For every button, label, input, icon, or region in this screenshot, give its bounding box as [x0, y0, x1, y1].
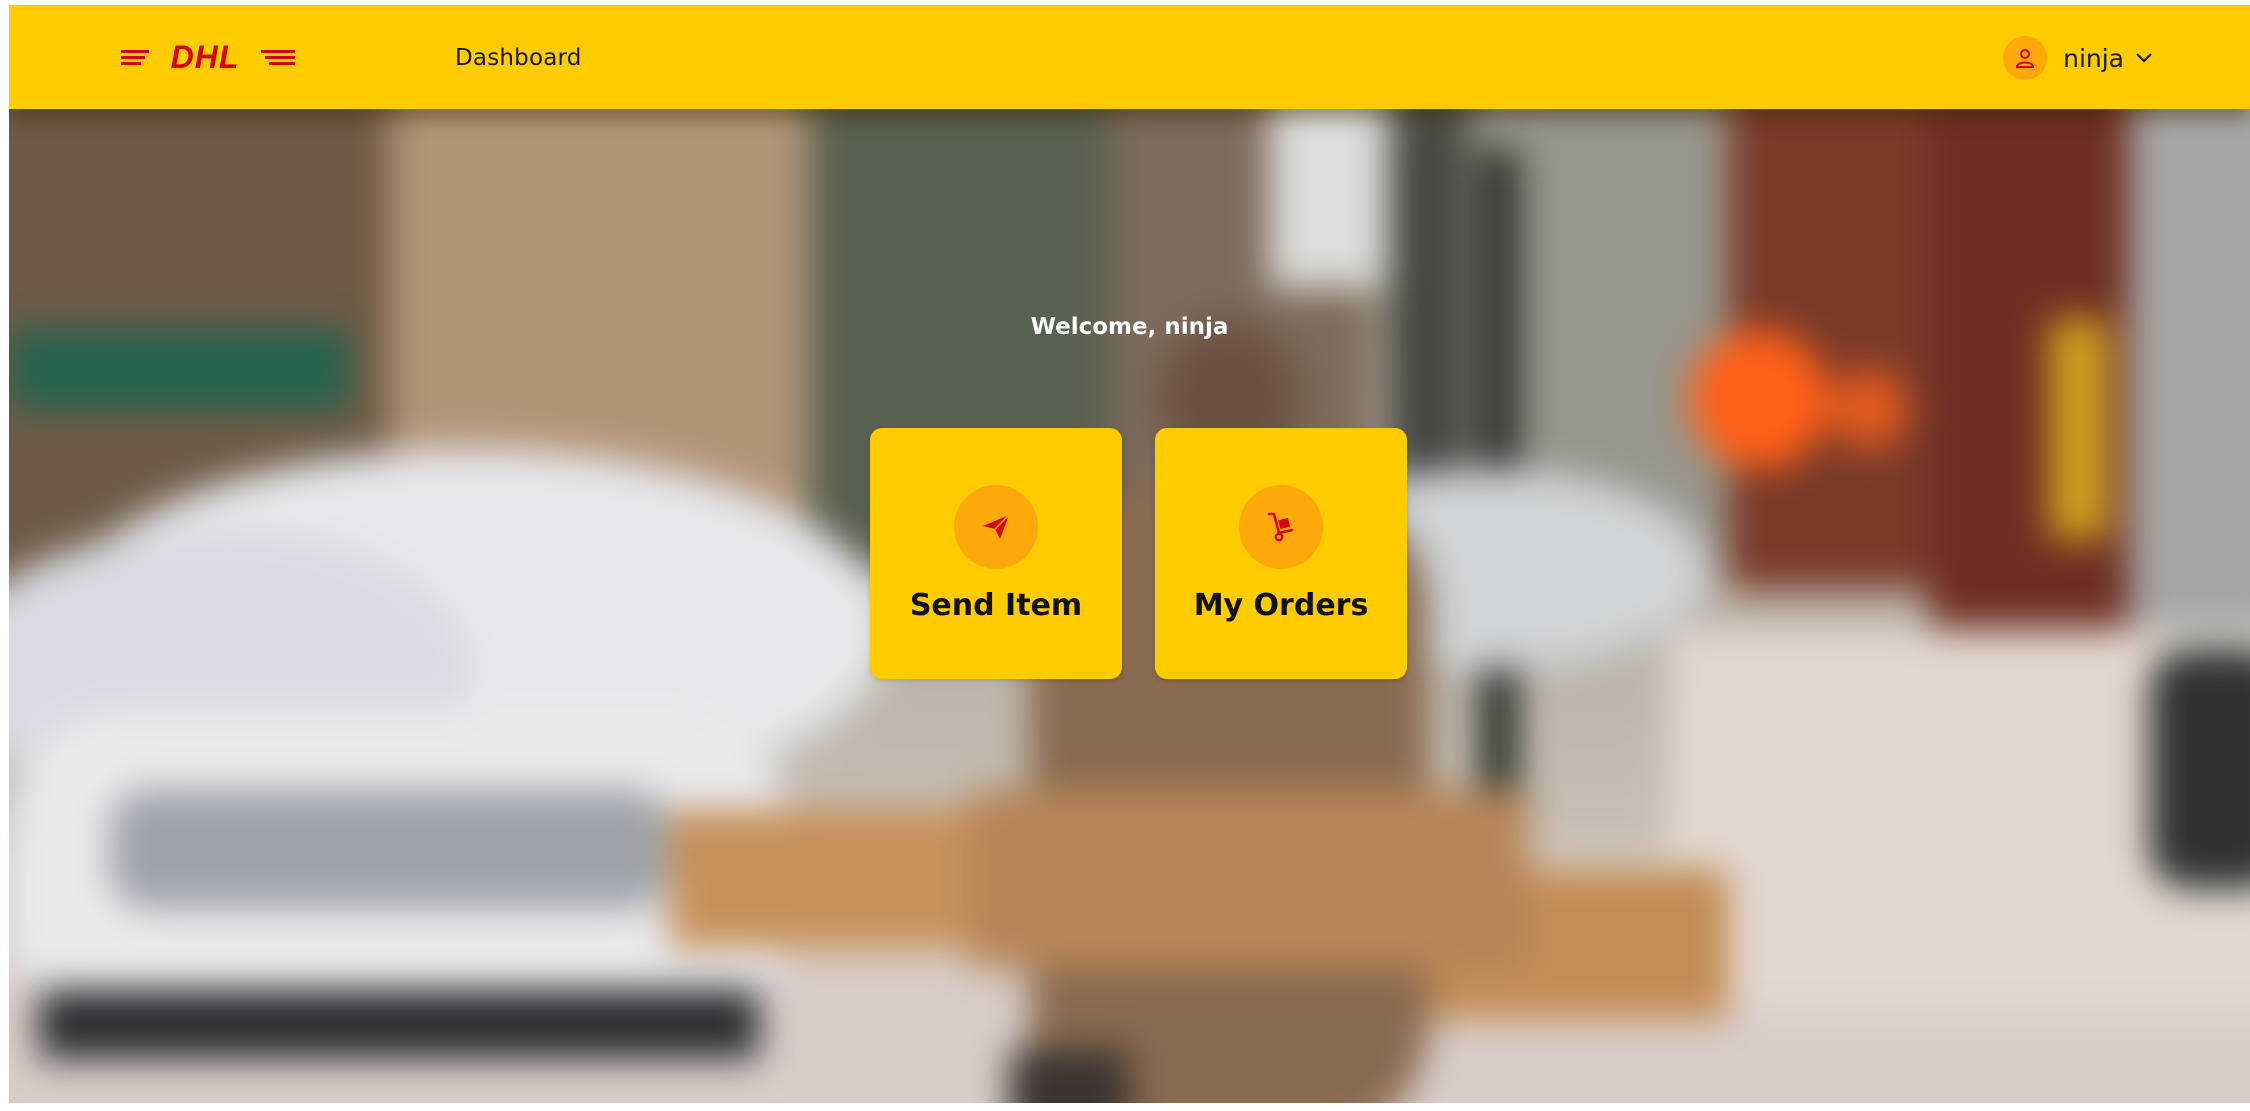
app-frame: DHL Dashboard ninja Welcome, ninja Send …	[9, 5, 2250, 1103]
my-orders-label: My Orders	[1193, 588, 1369, 623]
paper-plane-icon	[983, 514, 1010, 539]
send-item-icon-circle	[954, 485, 1038, 569]
user-name: ninja	[2063, 43, 2124, 73]
user-menu[interactable]: ninja	[2003, 36, 2154, 80]
my-orders-card[interactable]: My Orders	[1155, 428, 1407, 679]
send-item-label: Send Item	[909, 588, 1083, 623]
welcome-message: Welcome, ninja	[1030, 314, 1229, 340]
hand-truck-icon	[1267, 512, 1294, 542]
action-cards: Send Item My Orders	[870, 428, 1407, 679]
chevron-down-icon	[2136, 53, 2152, 63]
send-item-card[interactable]: Send Item	[870, 428, 1122, 679]
user-avatar	[2003, 36, 2048, 80]
my-orders-icon-circle	[1239, 485, 1323, 569]
nav-link-dashboard[interactable]: Dashboard	[455, 45, 582, 71]
dhl-logo[interactable]: DHL	[121, 35, 295, 79]
dhl-logo-text: DHL	[171, 39, 240, 75]
user-icon	[2016, 49, 2035, 68]
top-nav-bar: DHL Dashboard ninja	[9, 5, 2250, 109]
